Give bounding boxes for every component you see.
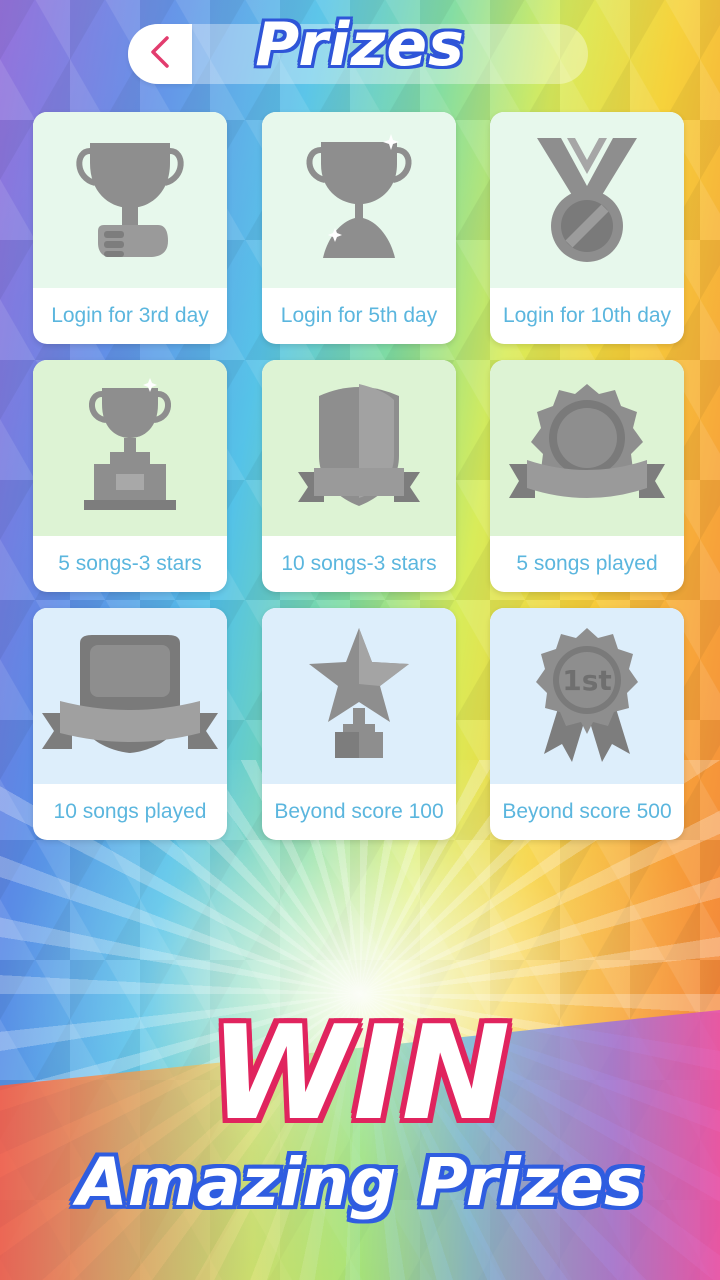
prize-card-10-songs-played[interactable]: 10 songs played (33, 608, 227, 840)
medal-icon (527, 128, 647, 273)
prize-art (33, 112, 227, 288)
prize-card-beyond-score-500[interactable]: 1st Beyond score 500 (490, 608, 684, 840)
prize-art (33, 360, 227, 536)
prize-label: Login for 3rd day (51, 304, 209, 327)
prize-art (262, 608, 456, 784)
prize-card-login-10th-day[interactable]: Login for 10th day (490, 112, 684, 344)
prize-card-5-songs-played[interactable]: 5 songs played (490, 360, 684, 592)
svg-text:1st: 1st (562, 664, 612, 697)
prize-art (490, 360, 684, 536)
prize-art (262, 112, 456, 288)
prize-art: 1st (490, 608, 684, 784)
header: Prizes (0, 0, 720, 110)
promo-headline: WIN (209, 997, 511, 1149)
prize-art (262, 360, 456, 536)
prize-label: 10 songs-3 stars (281, 552, 437, 575)
prize-label: Login for 10th day (502, 304, 672, 327)
back-button[interactable] (128, 24, 192, 84)
prize-label: Beyond score 100 (274, 800, 444, 823)
prize-card-5-songs-3-stars[interactable]: 5 songs-3 stars (33, 360, 227, 592)
rosette-banner-icon (507, 376, 667, 521)
hourglass-trophy-icon (299, 130, 419, 270)
chevron-left-icon (145, 32, 175, 77)
prize-label: 10 songs played (53, 800, 207, 823)
promo-subline: Amazing Prizes (76, 1144, 644, 1221)
plaque-banner-icon (42, 629, 218, 764)
prize-art (490, 112, 684, 288)
prize-label: 5 songs played (516, 552, 658, 575)
trophy-hand-icon (70, 133, 190, 268)
prize-label: Beyond score 500 (502, 800, 672, 823)
star-trophy-icon (299, 624, 419, 769)
prize-art (33, 608, 227, 784)
prize-card-beyond-score-100[interactable]: Beyond score 100 (262, 608, 456, 840)
trophy-pedestal-icon (70, 376, 190, 521)
prize-card-login-3rd-day[interactable]: Login for 3rd day (33, 112, 227, 344)
shield-banner-icon (294, 376, 424, 521)
prize-label: 5 songs-3 stars (58, 552, 202, 575)
prize-card-10-songs-3-stars[interactable]: 10 songs-3 stars (262, 360, 456, 592)
first-place-badge-icon: 1st (522, 624, 652, 769)
page-title: Prizes (255, 10, 465, 80)
prize-card-login-5th-day[interactable]: Login for 5th day (262, 112, 456, 344)
prize-label: Login for 5th day (280, 304, 438, 327)
